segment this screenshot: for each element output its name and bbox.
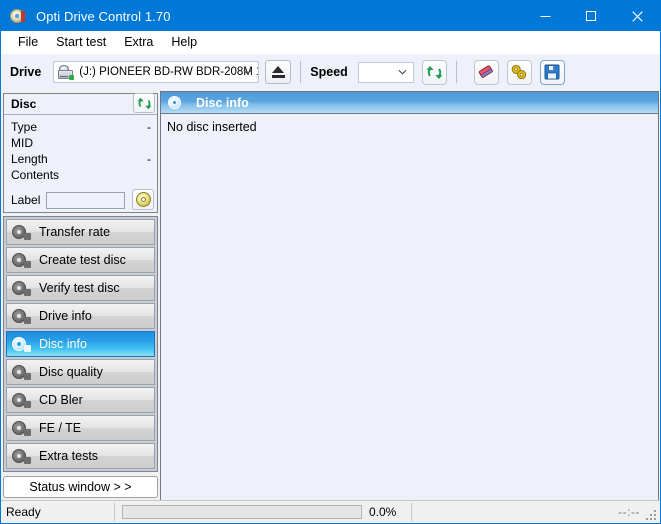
optical-disc-icon	[10, 8, 26, 24]
sidebar-item-disc-quality[interactable]: Disc quality	[6, 359, 155, 385]
sidebar-item-transfer-rate[interactable]: Transfer rate	[6, 219, 155, 245]
disc-row-length-label: Length	[11, 152, 48, 166]
maximize-button[interactable]	[568, 1, 614, 31]
titlebar: Opti Drive Control 1.70	[1, 1, 660, 31]
optical-drive-icon	[57, 64, 75, 80]
disc-status-text: No disc inserted	[167, 120, 257, 134]
disc-extra-icon	[12, 448, 31, 464]
app-window: Opti Drive Control 1.70 File Start test …	[0, 0, 661, 524]
sidebar-item-label: Transfer rate	[39, 225, 111, 239]
sidebar-item-verify-test-disc[interactable]: Verify test disc	[6, 275, 155, 301]
disc-row-type: Type -	[4, 120, 157, 136]
sidebar-item-label: Drive info	[39, 309, 92, 323]
sidebar-item-cd-bler[interactable]: CD Bler	[6, 387, 155, 413]
disc-info-rows: Type - MID Length - Contents	[4, 115, 157, 188]
disc-bler-icon	[12, 392, 31, 408]
drive-label: Drive	[10, 65, 42, 79]
disc-row-mid: MID	[4, 136, 157, 152]
disc-info-icon	[168, 95, 184, 110]
disc-row-contents: Contents	[4, 168, 157, 184]
toolbar-divider-1	[300, 61, 302, 83]
disc-panel: Disc Type - MID Length - Contents Label	[3, 93, 158, 213]
disc-info-icon	[12, 336, 31, 352]
sidebar-item-drive-info[interactable]: Drive info	[6, 303, 155, 329]
sidebar-item-extra-tests[interactable]: Extra tests	[6, 443, 155, 469]
gold-disc-icon	[135, 192, 151, 207]
gears-icon	[511, 64, 527, 80]
elapsed-time: --:--	[618, 505, 640, 519]
menu-help[interactable]: Help	[162, 33, 206, 52]
toolbar: Drive (J:) PIONEER BD-RW BDR-208M 1.50 S…	[1, 54, 660, 90]
chevron-down-icon	[398, 69, 407, 75]
disc-transfer-icon	[12, 224, 31, 240]
read-disc-label-button[interactable]	[132, 189, 154, 210]
sidebar-item-label: Disc info	[39, 337, 87, 351]
erase-disc-button[interactable]	[473, 59, 499, 85]
disc-row-length-value: -	[147, 152, 151, 166]
menu-start-test[interactable]: Start test	[47, 33, 115, 52]
sidebar-item-label: Disc quality	[39, 365, 103, 379]
main-panel-header: Disc info	[161, 92, 658, 114]
refresh-arrows-icon	[137, 97, 151, 109]
status-text: Ready	[6, 505, 41, 519]
main-panel-title: Disc info	[196, 95, 249, 110]
eject-button[interactable]	[265, 60, 292, 84]
sidebar-item-disc-info[interactable]: Disc info	[6, 331, 155, 357]
statusbar-divider-1	[114, 503, 115, 521]
settings-button[interactable]	[506, 59, 532, 85]
disc-label-row: Label	[4, 188, 157, 212]
progress-bar	[122, 505, 362, 519]
save-button[interactable]	[539, 59, 565, 85]
menu-extra[interactable]: Extra	[115, 33, 162, 52]
toolbar-divider-2	[455, 61, 457, 83]
disc-row-mid-label: MID	[11, 136, 33, 150]
chevron-down-icon	[243, 69, 252, 75]
window-controls	[522, 1, 660, 31]
sidebar-item-fe-te[interactable]: FE / TE	[6, 415, 155, 441]
refresh-speed-button[interactable]	[421, 59, 447, 85]
disc-create-icon	[12, 252, 31, 268]
disc-label-input[interactable]	[46, 191, 126, 209]
close-button[interactable]	[614, 1, 660, 31]
eraser-icon	[479, 65, 494, 79]
drive-select-value: (J:) PIONEER BD-RW BDR-208M 1.50	[79, 66, 258, 78]
main-panel-body: No disc inserted	[161, 114, 658, 134]
window-title: Opti Drive Control 1.70	[36, 8, 171, 24]
sidebar-item-label: FE / TE	[39, 421, 82, 435]
disc-refresh-button[interactable]	[133, 93, 155, 113]
statusbar: Ready 0.0% --:--	[1, 500, 660, 523]
disc-fete-icon	[12, 420, 31, 436]
disc-row-type-label: Type	[11, 120, 38, 134]
progress-percent: 0.0%	[369, 505, 397, 519]
minimize-button[interactable]	[522, 1, 568, 31]
sidebar-nav: Transfer rate Create test disc Verify te…	[3, 216, 158, 472]
speed-select[interactable]	[357, 61, 414, 83]
disc-drive-icon	[12, 308, 31, 324]
drive-select[interactable]: (J:) PIONEER BD-RW BDR-208M 1.50	[53, 61, 260, 83]
sidebar-item-label: Create test disc	[39, 253, 126, 267]
status-window-button[interactable]: Status window > >	[3, 476, 158, 498]
sidebar-item-label: Extra tests	[39, 449, 99, 463]
disc-row-contents-label: Contents	[11, 168, 60, 182]
refresh-arrows-icon	[426, 65, 443, 79]
disc-quality-icon	[12, 364, 31, 380]
disc-label-caption: Label	[11, 193, 41, 207]
disc-row-length: Length -	[4, 152, 157, 168]
resize-grip[interactable]	[646, 510, 657, 521]
main-panel: Disc info No disc inserted	[160, 91, 659, 503]
sidebar-item-label: CD Bler	[39, 393, 83, 407]
speed-label: Speed	[310, 65, 348, 79]
disc-verify-icon	[12, 280, 31, 296]
disc-row-type-value: -	[147, 120, 151, 134]
menu-file[interactable]: File	[9, 33, 47, 52]
eject-icon	[272, 66, 285, 73]
left-column: Disc Type - MID Length - Contents Label …	[3, 93, 158, 498]
floppy-save-icon	[544, 64, 560, 80]
sidebar-item-label: Verify test disc	[39, 281, 120, 295]
disc-panel-title: Disc	[11, 97, 37, 111]
sidebar-item-create-test-disc[interactable]: Create test disc	[6, 247, 155, 273]
disc-panel-header: Disc	[4, 93, 157, 115]
menubar: File Start test Extra Help	[1, 31, 660, 54]
